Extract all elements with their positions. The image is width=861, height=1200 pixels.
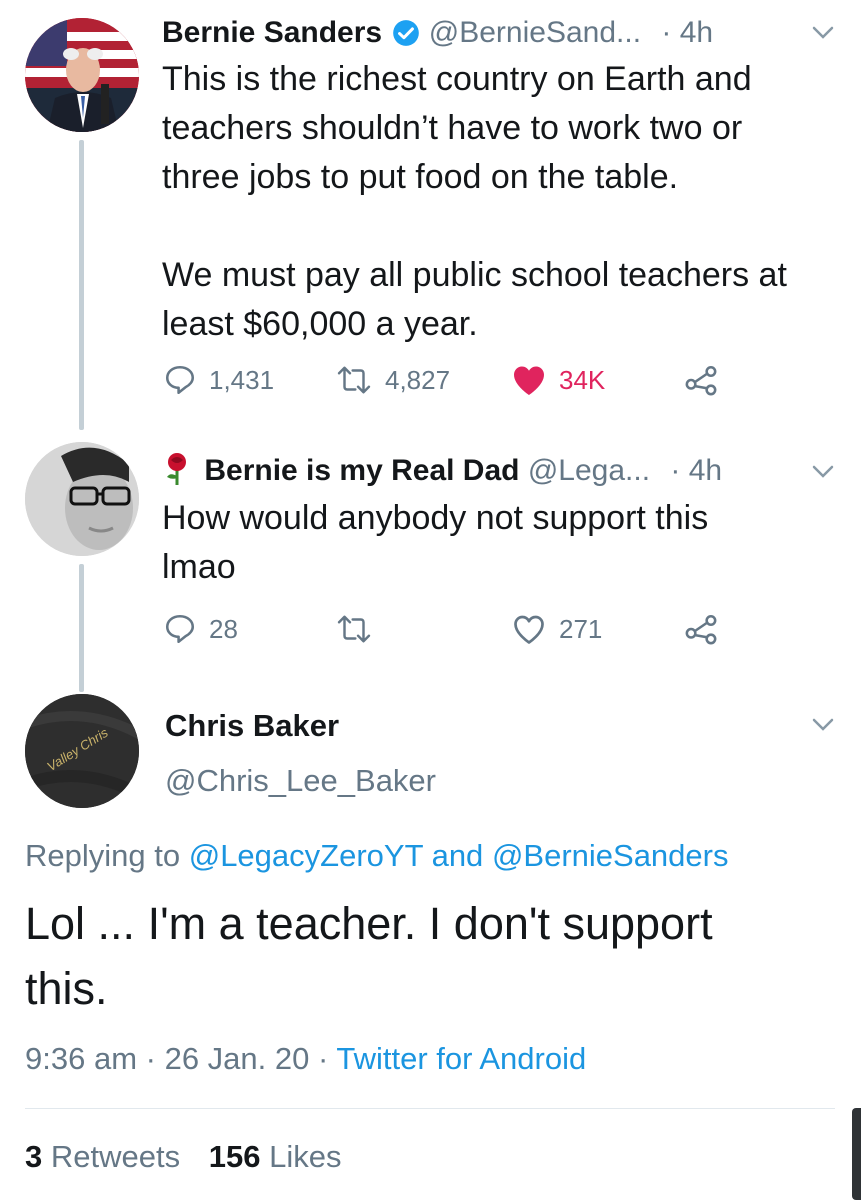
tweet1-retweet-button[interactable]: 4,827 — [335, 363, 450, 397]
tweet1-text-line: This is the richest country on Earth and — [162, 60, 752, 98]
tweet1-text-line: We must pay all public school teachers a… — [162, 256, 787, 294]
tweet2-text: How would anybody not support this lmao — [162, 494, 852, 592]
like-count: 156 — [208, 1139, 261, 1174]
engagement-stats: 3 Retweets 156 Likes — [25, 1135, 341, 1179]
tweet2-text-line: How would anybody not support this — [162, 499, 709, 537]
reply-mention-1[interactable]: @LegacyZeroYT — [189, 838, 423, 873]
main-tweet-text-line: Lol ... I'm a teacher. I don't support — [25, 898, 713, 949]
main-tweet-meta: 9:36 am · 26 Jan. 20 · Twitter for Andro… — [25, 1037, 586, 1081]
main-tweet-menu-chevron-icon[interactable] — [812, 718, 834, 737]
tweet2-display-name[interactable]: Bernie is my Real Dad — [204, 454, 519, 487]
main-tweet-source[interactable]: Twitter for Android — [336, 1041, 586, 1076]
avatar-bernie-is-my-real-dad[interactable] — [25, 442, 139, 556]
share-icon — [685, 365, 717, 396]
tweet2-like-button[interactable]: 271 — [511, 612, 602, 646]
tweet1-text: This is the richest country on Earth and… — [162, 55, 852, 349]
avatar-image — [25, 18, 139, 132]
avatar-chris-baker[interactable]: Valley Chris — [25, 694, 139, 808]
main-tweet-handle[interactable]: @Chris_Lee_Baker — [165, 760, 436, 802]
divider — [25, 1108, 835, 1109]
tweet2-reply-count: 28 — [209, 613, 238, 644]
tweet1-time[interactable]: · 4h — [661, 16, 713, 49]
main-tweet-text-line: this. — [25, 963, 108, 1014]
reply-icon — [165, 365, 195, 395]
tweet1-like-count: 34K — [559, 364, 606, 395]
retweet-label: Retweets — [50, 1139, 181, 1174]
tweet1-text-line: teachers shouldn’t have to work two or — [162, 109, 743, 147]
tweet2-time[interactable]: · 4h — [670, 454, 722, 487]
main-tweet-date: · 26 Jan. 20 · — [145, 1041, 329, 1076]
tweet1-like-button[interactable]: 34K — [511, 363, 605, 397]
reply-mention-2[interactable]: @BernieSanders — [492, 838, 729, 873]
reply-icon — [165, 614, 195, 644]
scrollbar-handle[interactable] — [852, 1108, 861, 1200]
thread-line — [79, 564, 84, 692]
tweet2-reply-button[interactable]: 28 — [163, 612, 238, 646]
tweet1-display-name[interactable]: Bernie Sanders — [162, 16, 382, 49]
like-label: Likes — [269, 1139, 342, 1174]
tweet2-header: Bernie is my Real Dad @Lega... · 4h — [162, 450, 842, 492]
replying-to: Replying to @LegacyZeroYT and @BernieSan… — [25, 834, 728, 878]
retweet-icon — [337, 615, 371, 643]
tweet1-retweet-count: 4,827 — [385, 364, 451, 395]
tweet2-like-count: 271 — [559, 613, 603, 644]
avatar-image — [25, 442, 139, 556]
tweet1-share-button[interactable] — [684, 363, 718, 397]
tweet1-reply-button[interactable]: 1,431 — [163, 363, 274, 397]
tweet2-retweet-button[interactable] — [335, 612, 385, 646]
heart-filled-icon — [514, 366, 544, 395]
retweet-icon — [337, 366, 371, 394]
main-tweet-text: Lol ... I'm a teacher. I don't support t… — [25, 891, 845, 1021]
heart-outline-icon — [514, 615, 544, 644]
avatar-bernie-sanders[interactable] — [25, 18, 139, 132]
verified-badge-icon — [392, 17, 420, 59]
tweet2-text-line: lmao — [162, 548, 236, 586]
tweet1-reply-count: 1,431 — [209, 364, 275, 395]
tweet2-share-button[interactable] — [684, 612, 718, 646]
share-icon — [685, 614, 717, 645]
tweet1-text-line — [162, 202, 852, 251]
retweet-count: 3 — [25, 1139, 43, 1174]
tweet2-menu-chevron-icon[interactable] — [812, 465, 834, 484]
thread-line — [79, 140, 84, 430]
replying-prefix: Replying to — [25, 838, 181, 873]
reply-and: and — [431, 838, 484, 873]
tweet2-handle[interactable]: @Lega... — [528, 454, 650, 487]
tweet1-handle[interactable]: @BernieSand... — [429, 16, 641, 49]
tweet1-header: Bernie Sanders @BernieSand... · 4h — [162, 12, 842, 54]
tweet1-menu-chevron-icon[interactable] — [812, 26, 834, 45]
retweets-stat[interactable]: 3 Retweets — [25, 1139, 189, 1174]
rose-emoji-icon — [162, 452, 192, 498]
main-tweet-time: 9:36 am — [25, 1041, 138, 1076]
tweet1-text-line: least $60,000 a year. — [162, 305, 478, 343]
likes-stat[interactable]: 156 Likes — [209, 1139, 342, 1174]
main-tweet-display-name[interactable]: Chris Baker — [165, 705, 339, 747]
tweet1-text-line: three jobs to put food on the table. — [162, 158, 679, 196]
